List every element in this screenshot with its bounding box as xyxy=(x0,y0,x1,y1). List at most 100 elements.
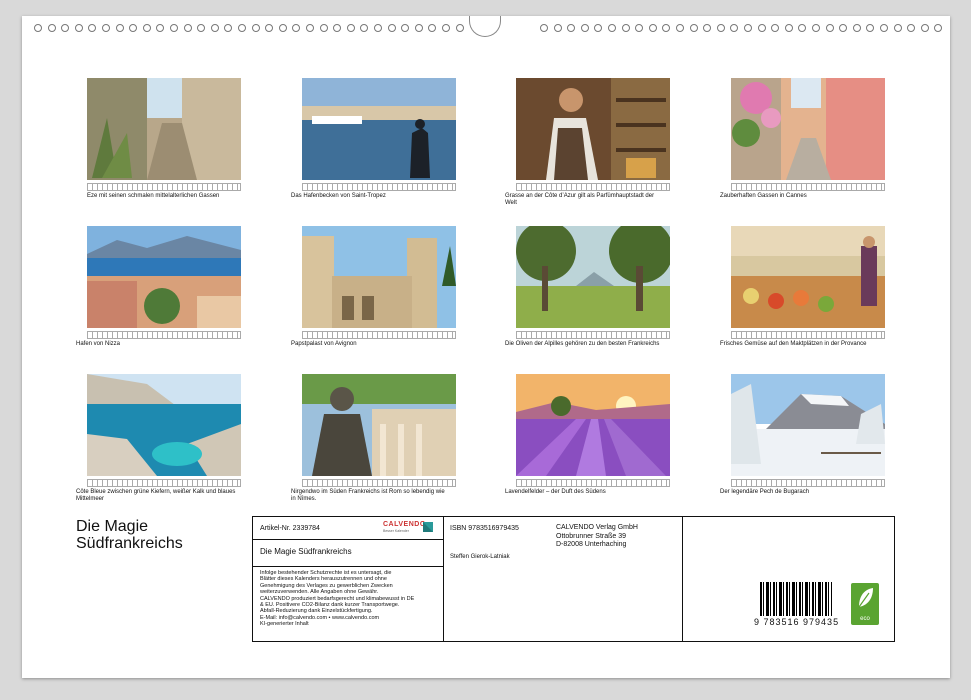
date-grid xyxy=(731,183,885,191)
calvendo-logo-subtitle: Besser Kalender xyxy=(383,529,409,533)
binding-hole xyxy=(716,24,725,32)
photo-caption: Die Oliven der Alpilles gehören zu den b… xyxy=(505,341,660,347)
binding-hole xyxy=(455,24,464,32)
binding-hole xyxy=(553,24,562,32)
binding-hole xyxy=(346,24,355,32)
date-grid xyxy=(731,479,885,487)
barcode-number: 9 783516 979435 xyxy=(754,617,840,627)
binding-hole xyxy=(676,24,684,32)
binding-hole xyxy=(34,24,42,32)
binding-hole xyxy=(278,24,287,32)
binding-hole xyxy=(757,24,766,32)
barcode xyxy=(760,582,832,616)
date-grid xyxy=(516,183,670,191)
binding-hole xyxy=(102,24,110,32)
divider xyxy=(682,517,683,641)
binding-hole xyxy=(825,24,834,32)
publisher-line: D-82008 Unterhaching xyxy=(556,541,627,548)
binding-hole xyxy=(839,24,848,32)
binding-hole xyxy=(880,24,888,32)
photo-caption: Nirgendwo im Süden Frankreichs ist Rom s… xyxy=(291,489,445,502)
binding-hole xyxy=(292,24,301,32)
binding-hole xyxy=(333,24,342,32)
photo-caption: Zauberhaften Gassen in Cannes xyxy=(720,193,807,199)
calendar-name: Die Magie Südfrankreichs xyxy=(260,547,352,556)
binding-hole xyxy=(594,24,603,32)
binding-hole xyxy=(61,24,70,32)
photo-caption: Das Hafenbecken von Saint-Tropez xyxy=(291,193,386,199)
binding-hole xyxy=(567,24,576,32)
binding-hole xyxy=(374,24,382,32)
binding-hole xyxy=(170,24,178,32)
binding-hole xyxy=(852,24,861,32)
binding-hole xyxy=(907,24,916,32)
binding-hole xyxy=(142,24,151,32)
binding-hole xyxy=(88,24,97,32)
binding-hole xyxy=(197,24,206,32)
photo-caption: Grasse an der Côte d’Azur gilt als Parfü… xyxy=(505,193,655,206)
photo-lavender xyxy=(516,374,670,476)
binding-hole xyxy=(401,24,410,32)
binding-hole xyxy=(540,24,548,32)
legal-line: KI-generierter Inhalt xyxy=(260,621,309,628)
binding-hole xyxy=(730,24,739,32)
photo-caption: Frisches Gemüse auf den Maktplätzen in d… xyxy=(720,341,867,347)
calendar-title: Die Magie Südfrankreichs xyxy=(76,518,183,552)
leaf-icon xyxy=(858,588,873,608)
photo-caption: Lavendelfelder – der Duft des Südens xyxy=(505,489,606,495)
binding-hole xyxy=(129,24,138,32)
binding-hole xyxy=(703,24,712,32)
date-grid xyxy=(302,479,456,487)
photo-caption: Papstpalast von Avignon xyxy=(291,341,357,347)
photo-caption: Eze mit seinen schmalen mittelalterliche… xyxy=(87,193,220,199)
photo-cannes xyxy=(731,78,885,180)
binding-hole xyxy=(74,24,83,32)
binding-hole xyxy=(784,24,793,32)
binding-hole xyxy=(744,24,752,32)
publisher-line: Ottobrunner Straße 39 xyxy=(556,532,627,540)
binding-hole xyxy=(662,24,671,32)
binding-hole xyxy=(414,24,423,32)
divider xyxy=(253,566,443,567)
photo-caption: Der legendäre Pech de Bugarach xyxy=(720,489,810,495)
binding-hole xyxy=(319,24,328,32)
binding-hole xyxy=(866,24,875,32)
binding-hole xyxy=(387,24,396,32)
binding-hole xyxy=(251,24,260,32)
binding-hole xyxy=(635,24,644,32)
binding-hole xyxy=(648,24,657,32)
binding-hole xyxy=(306,24,314,32)
date-grid xyxy=(87,183,241,191)
date-grid xyxy=(516,479,670,487)
binding-hole xyxy=(798,24,807,32)
binding-hole xyxy=(893,24,902,32)
author: Steffen Gierok-Latniak xyxy=(450,554,510,560)
photo-caption: Hafen von Nizza xyxy=(76,341,121,347)
publisher-line: CALVENDO Verlag GmbH xyxy=(556,524,638,531)
article-number: Artikel-Nr. 2339784 xyxy=(260,525,320,532)
photo-nizza xyxy=(87,226,241,328)
binding-hole xyxy=(771,24,780,32)
photo-caption: Côte Bleue zwischen grüne Kiefern, weiße… xyxy=(76,489,236,502)
photo-saint-tropez xyxy=(302,78,456,180)
photo-cote-bleue xyxy=(87,374,241,476)
binding-hole xyxy=(210,24,219,32)
publisher-address: CALVENDO Verlag GmbH Ottobrunner Straße … xyxy=(556,524,638,550)
date-grid xyxy=(516,331,670,339)
binding-hole xyxy=(47,24,56,32)
binding-hole xyxy=(689,24,698,32)
divider xyxy=(253,539,443,540)
binding-hole xyxy=(265,24,274,32)
binding-hole xyxy=(442,24,450,32)
date-grid xyxy=(87,331,241,339)
photo-bugarach xyxy=(731,374,885,476)
title-line-2: Südfrankreichs xyxy=(76,535,183,552)
binding-hole xyxy=(608,24,616,32)
binding-hole xyxy=(621,24,630,32)
photo-avignon xyxy=(302,226,456,328)
binding-hole xyxy=(360,24,369,32)
eco-badge: eco xyxy=(851,583,879,625)
binding-hole xyxy=(812,24,820,32)
binding-hole xyxy=(156,24,165,32)
date-grid xyxy=(302,331,456,339)
